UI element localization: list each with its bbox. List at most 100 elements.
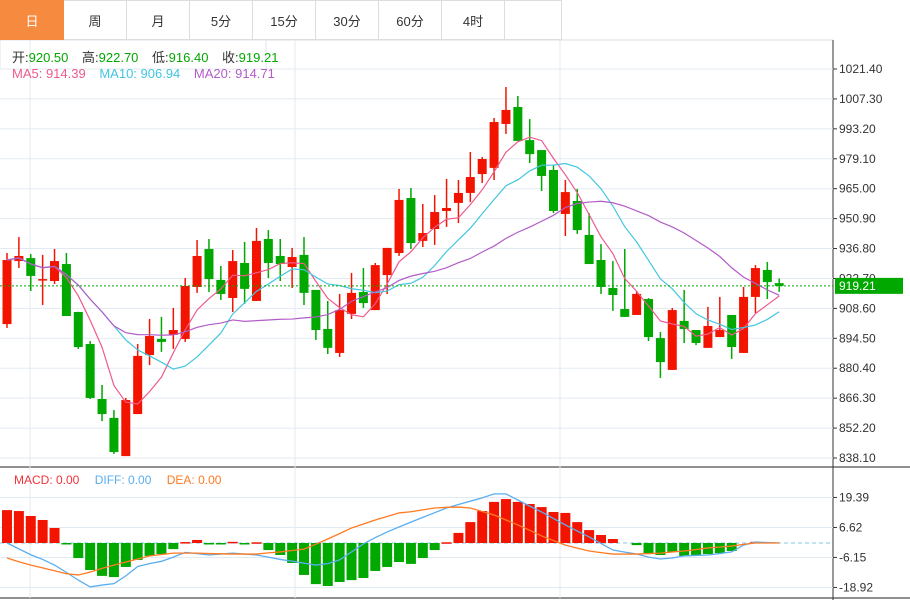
open-value: 920.50 <box>28 50 69 65</box>
macd-bar <box>441 542 452 544</box>
candle-up <box>715 330 725 338</box>
candle-down <box>572 201 582 231</box>
candle-down <box>109 417 119 453</box>
candle-up <box>145 335 155 356</box>
macd-bar <box>607 539 618 543</box>
price-tick-label: 894.50 <box>839 331 876 345</box>
macd-bar <box>275 543 286 555</box>
candle-down <box>608 288 618 296</box>
candle-down <box>311 289 321 331</box>
macd-bar <box>631 543 642 546</box>
macd-bar <box>429 543 440 551</box>
current-price-label: 919.21 <box>839 279 876 293</box>
macd-tick-label: -6.15 <box>839 550 867 564</box>
ma5-line <box>6 136 780 405</box>
macd-bar <box>489 501 500 543</box>
diff-value: DIFF: 0.00 <box>94 473 152 487</box>
candle-up <box>50 261 60 282</box>
ma20-line <box>6 200 780 336</box>
ma10-value: MA10: 906.94 <box>99 66 181 81</box>
macd-bar <box>73 543 84 559</box>
macd-bar <box>310 543 321 585</box>
macd-tick-label: -18.92 <box>839 580 873 594</box>
macd-bar <box>394 543 405 563</box>
candle-down <box>727 314 737 348</box>
price-tick-label: 880.40 <box>839 361 876 375</box>
candle-up <box>632 293 642 315</box>
candle-down <box>644 299 654 338</box>
macd-bar <box>180 542 191 544</box>
candle-up <box>382 247 392 276</box>
candle-up <box>750 268 760 297</box>
price-tick-label: 908.60 <box>839 301 876 315</box>
tab-4hour[interactable]: 4时 <box>442 0 505 40</box>
tab-day[interactable]: 日 <box>0 0 64 40</box>
candle-down <box>537 150 547 176</box>
ma-lines <box>6 136 780 405</box>
candle-down <box>513 106 523 141</box>
price-tick-label: 866.30 <box>839 391 876 405</box>
candle-up <box>501 109 511 124</box>
candle-up <box>121 400 131 457</box>
tab-empty <box>505 0 562 40</box>
candle-up <box>703 325 713 348</box>
price-tick-label: 950.90 <box>839 212 876 226</box>
candle-down <box>73 311 83 348</box>
macd-bar <box>61 543 72 545</box>
period-tabs: 日 周 月 5分 15分 30分 60分 4时 <box>0 0 562 40</box>
tab-5min[interactable]: 5分 <box>190 0 253 40</box>
macd-bar <box>453 532 464 543</box>
macd-bar <box>49 527 60 543</box>
open-label: 开: <box>12 50 29 65</box>
tab-15min[interactable]: 15分 <box>253 0 316 40</box>
candle-down <box>299 254 309 293</box>
price-tick-label: 1007.30 <box>839 92 883 106</box>
low-value: 916.40 <box>168 50 209 65</box>
tab-month[interactable]: 月 <box>127 0 190 40</box>
macd-bar <box>382 543 393 567</box>
candle-down <box>97 399 107 415</box>
candle-down <box>156 338 166 342</box>
candle-up <box>335 310 345 353</box>
high-value: 922.70 <box>98 50 139 65</box>
candle-down <box>679 320 689 329</box>
kline-chart[interactable]: 1021.40 1007.30 993.20 979.10 965.00 950.90 93… <box>0 0 910 600</box>
price-tick-label: 1021.40 <box>839 62 883 76</box>
macd-bar <box>215 543 226 545</box>
macd-bar <box>85 543 96 571</box>
candle-down <box>204 248 214 280</box>
close-value: 919.21 <box>238 50 279 65</box>
candle-up <box>38 279 48 281</box>
candle-up <box>287 257 297 268</box>
macd-tick-label: 6.62 <box>839 520 863 534</box>
candle-up <box>477 158 487 175</box>
candle-down <box>525 140 535 155</box>
tab-week[interactable]: 周 <box>64 0 127 40</box>
macd-bar <box>465 522 476 543</box>
price-tick-label: 838.10 <box>839 451 876 465</box>
macd-bar <box>192 539 203 543</box>
macd-bar <box>108 543 119 578</box>
diff-line <box>6 493 780 588</box>
tab-30min[interactable]: 30分 <box>316 0 379 40</box>
tab-60min[interactable]: 60分 <box>379 0 442 40</box>
macd-bar <box>524 504 535 543</box>
candle-up <box>442 208 452 211</box>
macd-panel <box>0 493 833 588</box>
macd-bar <box>37 519 48 543</box>
macd-bar <box>13 511 24 543</box>
price-tick-label: 936.80 <box>839 242 876 256</box>
macd-bar <box>512 501 523 543</box>
candle-up <box>2 259 12 325</box>
ohlc-readout: 开:920.50 高:922.70 低:916.40 收:919.21 <box>12 47 288 66</box>
grid <box>0 39 910 600</box>
price-tick-label: 965.00 <box>839 182 876 196</box>
macd-bar <box>560 512 571 543</box>
macd-bar <box>358 543 369 579</box>
price-tick-label: 852.20 <box>839 421 876 435</box>
macd-bar <box>144 543 155 556</box>
price-axis: 1021.40 1007.30 993.20 979.10 965.00 950.90 93… <box>833 62 883 594</box>
candle-down <box>263 238 273 263</box>
candle-down <box>620 309 630 317</box>
macd-bar <box>156 543 167 555</box>
